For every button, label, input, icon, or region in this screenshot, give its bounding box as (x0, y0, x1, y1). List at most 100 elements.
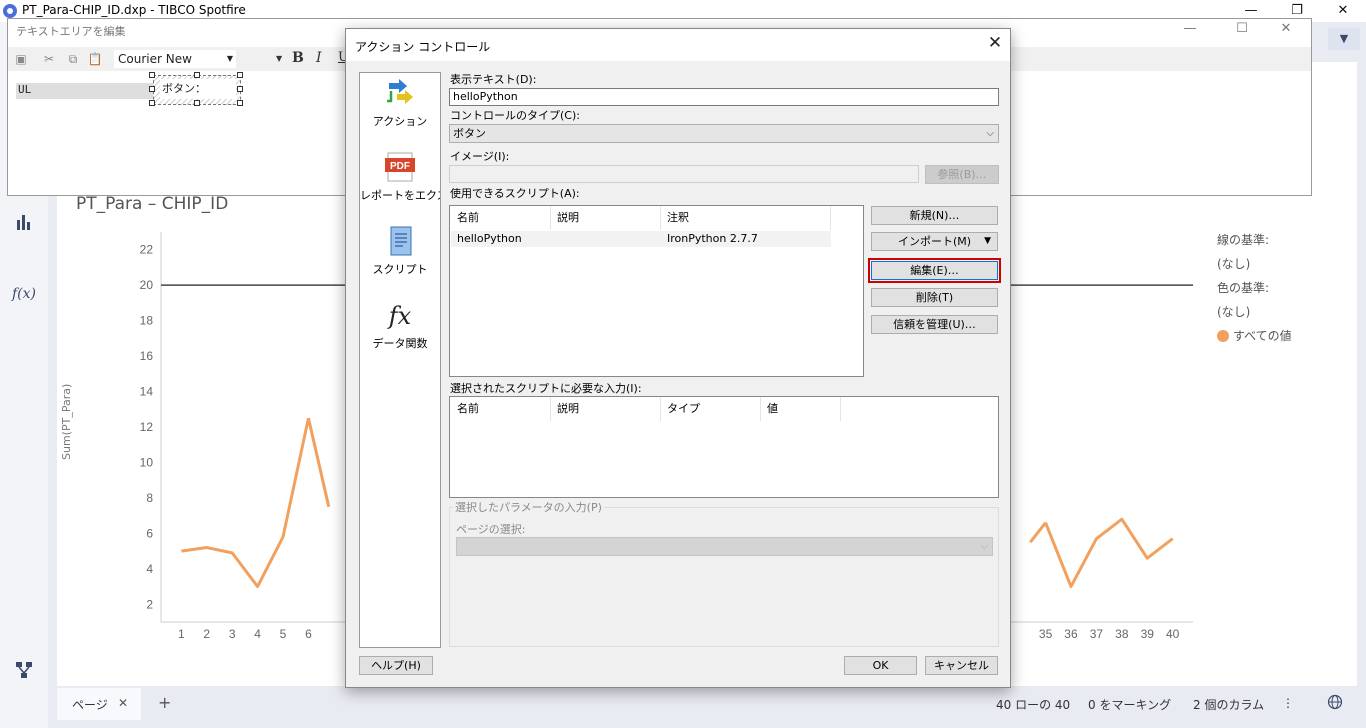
required-inputs-label: 選択されたスクリプトに必要な入力(I): (450, 382, 642, 395)
column-count: 2 個のカラム (1193, 698, 1265, 712)
cut-icon[interactable]: ✂ (40, 50, 58, 68)
delete-script-button[interactable]: 削除(T) (871, 288, 998, 307)
scripts-list[interactable]: 名前 説明 注釈 helloPython IronPython 2.7.7 (449, 205, 864, 377)
row-count: 40 ローの 40 (996, 698, 1071, 712)
resize-handle[interactable] (237, 72, 243, 78)
help-button[interactable]: ヘルプ(H) (359, 656, 433, 675)
legend-line-by-value[interactable]: (なし) (1217, 252, 1357, 276)
side-item-label: データ関数 (372, 337, 428, 350)
close-app-button[interactable]: ✕ (1320, 0, 1366, 22)
editor-minimize-button[interactable]: — (1170, 21, 1210, 36)
resize-handle[interactable] (237, 100, 243, 106)
side-item-script[interactable]: スクリプト (360, 225, 440, 277)
resize-handle[interactable] (149, 100, 155, 106)
italic-button[interactable]: I (316, 50, 322, 66)
chevron-down-icon: ⌵ (986, 128, 994, 139)
parameter-input-group (449, 507, 999, 647)
resize-handle[interactable] (149, 86, 155, 92)
bold-button[interactable]: B (292, 50, 304, 66)
legend-series-label: すべての値 (1233, 329, 1292, 343)
editor-close-button[interactable]: ✕ (1266, 21, 1306, 36)
column-header-name[interactable]: 名前 (451, 206, 551, 230)
chevron-down-icon[interactable]: ▼ (1328, 28, 1360, 50)
data-flow-icon[interactable] (12, 660, 36, 684)
column-header-name[interactable]: 名前 (451, 397, 551, 421)
y-tick-label: 16 (140, 349, 154, 363)
y-tick-label: 2 (146, 597, 153, 611)
series-line-right (1044, 517, 1174, 589)
chevron-down-icon: ▼ (226, 54, 233, 63)
resize-handle[interactable] (149, 72, 155, 78)
save-icon[interactable]: ▣ (12, 50, 30, 68)
manage-trust-button[interactable]: 信頼を管理(U)… (871, 315, 998, 334)
editor-text-line[interactable] (16, 83, 158, 99)
globe-icon[interactable] (1327, 694, 1343, 713)
column-header-type[interactable]: タイプ (661, 397, 761, 421)
browse-button: 参照(B)… (925, 165, 999, 184)
cancel-button[interactable]: キャンセル (925, 656, 998, 675)
ok-button[interactable]: OK (844, 656, 917, 675)
side-item-action[interactable]: アクション (360, 77, 440, 129)
x-tick-label: 38 (1115, 627, 1129, 641)
display-text-label: 表示テキスト(D): (450, 73, 537, 86)
column-header-description[interactable]: 説明 (551, 206, 661, 230)
column-header-description[interactable]: 説明 (551, 397, 661, 421)
x-tick-label: 40 (1166, 627, 1180, 641)
svg-text:PDF: PDF (390, 161, 410, 172)
legend-series-item[interactable]: すべての値 (1217, 324, 1357, 348)
dialog-titlebar: アクション コントロール ✕ (346, 29, 1010, 61)
x-tick-label: 4 (254, 627, 261, 641)
resize-handle[interactable] (194, 100, 200, 106)
legend-color-by-value[interactable]: (なし) (1217, 300, 1357, 324)
edit-script-button[interactable]: 編集(E)… (871, 261, 998, 280)
legend-line-by-label[interactable]: 線の基準: (1217, 228, 1357, 252)
new-script-button[interactable]: 新規(N)… (871, 206, 998, 225)
marking-count: 0 をマーキング (1088, 698, 1172, 712)
more-icon[interactable]: ⋮ (1282, 696, 1294, 710)
y-tick-label: 8 (146, 491, 153, 505)
script-annotation-cell[interactable]: IronPython 2.7.7 (667, 231, 758, 247)
close-icon[interactable]: ✕ (118, 696, 128, 710)
chevron-down-icon: ⌵ (980, 541, 988, 552)
page-select: ⌵ (456, 537, 993, 556)
required-inputs-list[interactable]: 名前 説明 タイプ 値 (449, 396, 999, 498)
x-tick-label: 6 (305, 627, 312, 641)
side-item-label: スクリプト (372, 263, 428, 276)
function-fx-icon[interactable]: f(x) (12, 286, 36, 302)
side-item-data-function[interactable]: fx データ関数 (360, 299, 440, 351)
script-name-cell[interactable]: helloPython (457, 231, 522, 247)
add-page-button[interactable]: + (158, 693, 171, 712)
y-tick-label: 18 (140, 314, 154, 328)
display-text-field[interactable]: helloPython (449, 88, 999, 106)
editor-body-text[interactable]: UL (18, 83, 31, 96)
bar-chart-icon[interactable] (12, 212, 36, 236)
x-tick-label: 1 (178, 627, 185, 641)
control-type-value: ボタン (453, 127, 486, 140)
paste-icon[interactable]: 📋 (86, 50, 104, 68)
copy-icon[interactable]: ⧉ (64, 50, 82, 68)
column-header-annotation[interactable]: 注釈 (661, 206, 831, 230)
resize-handle[interactable] (237, 86, 243, 92)
font-family-select[interactable]: Courier New ▼ (114, 50, 236, 68)
embedded-button-label[interactable]: ボタン： (160, 79, 236, 99)
import-script-button[interactable]: インポート(M) ▼ (871, 232, 998, 251)
resize-handle[interactable] (194, 72, 200, 78)
x-tick-label: 2 (203, 627, 210, 641)
side-item-export-report[interactable]: PDF レポートをエクスポート (360, 151, 440, 203)
x-tick-label: 3 (229, 627, 236, 641)
font-family-value: Courier New (118, 52, 192, 66)
y-tick-label: 20 (140, 278, 154, 292)
column-header-value[interactable]: 値 (761, 397, 841, 421)
y-tick-label: 14 (140, 385, 154, 399)
font-size-dropdown-icon[interactable]: ▼ (276, 50, 282, 68)
action-type-panel: アクション PDF レポートをエクスポート スクリプト fx データ関数 (359, 72, 441, 648)
editor-maximize-button[interactable]: ☐ (1222, 21, 1262, 36)
legend-color-by-label[interactable]: 色の基準: (1217, 276, 1357, 300)
action-arrows-icon (387, 79, 413, 104)
control-type-select[interactable]: ボタン ⌵ (449, 124, 999, 143)
series-line-entry (1029, 521, 1047, 544)
parameter-group-title: 選択したパラメータの入力(P) (453, 499, 604, 515)
svg-text:fx: fx (387, 302, 412, 330)
page-tab-label[interactable]: ページ (72, 696, 108, 713)
close-icon[interactable]: ✕ (982, 33, 1008, 53)
